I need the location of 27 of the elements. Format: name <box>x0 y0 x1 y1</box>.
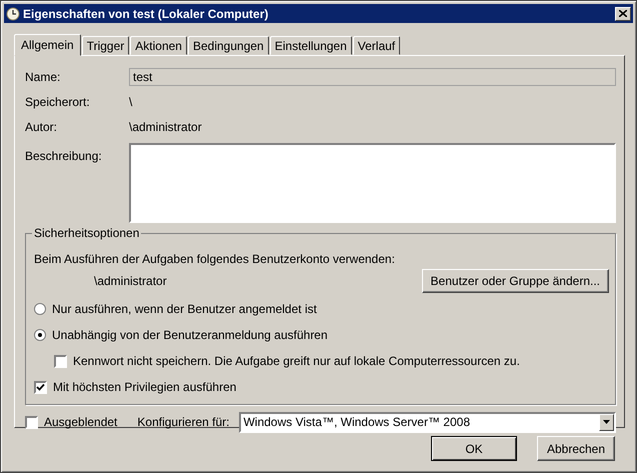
tab[interactable]: Verlauf <box>352 36 400 55</box>
field-value: \administrator <box>129 120 202 134</box>
field-label: Name: <box>25 70 62 84</box>
configure-dropdown[interactable]: Windows Vista™, Windows Server™ 2008 <box>239 412 616 432</box>
window-title: Eigenschaften von test (Lokaler Computer) <box>23 6 270 20</box>
option-label: Mit höchsten Privilegien ausführen <box>53 380 236 394</box>
cancel-button[interactable]: Abbrechen <box>537 436 615 461</box>
option-label: Kennwort nicht speichern. Die Aufgabe greift nur auf lokale Computerressourcen zu. <box>73 354 520 368</box>
field-label: Konfigurieren für: <box>137 415 230 429</box>
change-user-button[interactable]: Benutzer oder Gruppe ändern... <box>422 269 609 293</box>
field-value: \ <box>129 94 132 108</box>
account-prompt: Beim Ausführen der Aufgaben folgendes Benutzerkonto verwenden: <box>34 252 396 266</box>
group-title: Sicherheitsoptionen <box>32 226 142 240</box>
tab[interactable]: Aktionen <box>130 36 187 55</box>
tab[interactable]: Allgemein <box>14 34 81 56</box>
account-name: \administrator <box>93 274 167 288</box>
tab[interactable]: Einstellungen <box>270 36 352 55</box>
option-label: Nur ausführen, wenn der Benutzer angemeldet ist <box>52 302 317 316</box>
field-label: Speicherort: <box>25 94 91 108</box>
tab[interactable]: Bedingungen <box>188 36 269 55</box>
name-field[interactable]: test <box>129 68 616 86</box>
option-label: Ausgeblendet <box>44 415 118 429</box>
field-label: Beschreibung: <box>25 148 103 163</box>
option-label: Unabhängig von der Benutzeranmeldung ausführen <box>52 328 328 342</box>
ok-button[interactable]: OK <box>431 436 517 461</box>
field-label: Autor: <box>25 120 58 134</box>
tab[interactable]: Trigger <box>82 36 130 55</box>
